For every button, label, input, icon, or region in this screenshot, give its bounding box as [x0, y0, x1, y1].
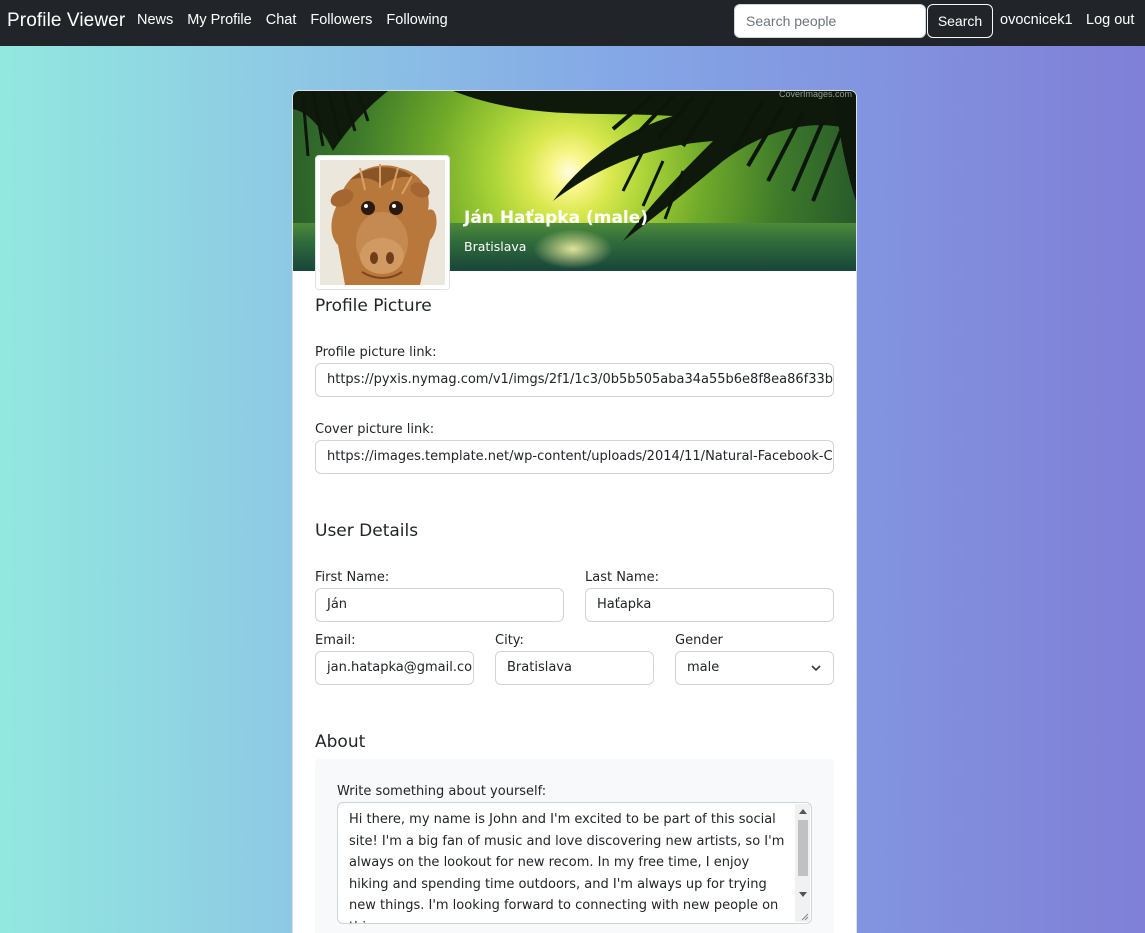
about-label: Write something about yourself: — [337, 784, 547, 799]
scroll-down-arrow-icon[interactable] — [799, 892, 807, 897]
about-heading: About — [315, 732, 366, 752]
about-text: Hi there, my name is John and I'm excite… — [349, 812, 785, 923]
scroll-thumb[interactable] — [798, 820, 808, 876]
city-input[interactable]: Bratislava — [495, 651, 654, 685]
first-name-input[interactable]: Ján — [315, 588, 564, 622]
scroll-up-arrow-icon[interactable] — [799, 809, 807, 814]
cover-picture-link-input[interactable]: https://images.template.net/wp-content/u… — [315, 440, 834, 474]
user-details-heading: User Details — [315, 521, 419, 541]
resize-handle-icon[interactable] — [800, 912, 809, 921]
search-people-input[interactable] — [734, 4, 926, 38]
cover-picture-link-label: Cover picture link: — [315, 422, 435, 437]
about-textarea[interactable]: Hi there, my name is John and I'm excite… — [337, 802, 812, 924]
profile-city: Bratislava — [464, 239, 527, 254]
profile-picture-link-input[interactable]: https://pyxis.nymag.com/v1/imgs/2f1/1c3/… — [315, 363, 834, 397]
cover-watermark: CoverImages.com — [778, 91, 852, 99]
first-name-label: First Name: — [315, 570, 390, 585]
chevron-down-icon — [811, 665, 821, 672]
city-label: City: — [495, 633, 524, 648]
textarea-scrollbar[interactable] — [795, 804, 810, 922]
profile-picture-heading: Profile Picture — [315, 296, 432, 316]
gender-select[interactable]: male — [675, 651, 834, 685]
nav-username[interactable]: ovocnicek1 — [1000, 12, 1073, 28]
email-input[interactable]: jan.hatapka@gmail.com — [315, 651, 474, 685]
brand-logo[interactable]: Profile Viewer — [7, 10, 125, 32]
logout-link[interactable]: Log out — [1086, 12, 1134, 28]
nav-link-news[interactable]: News — [137, 12, 173, 28]
search-button[interactable]: Search — [927, 4, 993, 38]
profile-picture-link-label: Profile picture link: — [315, 345, 437, 360]
last-name-input[interactable]: Haťapka — [585, 588, 834, 622]
nav-link-followers[interactable]: Followers — [310, 12, 372, 28]
email-label: Email: — [315, 633, 356, 648]
profile-card: CoverImages.com Ján Haťapka (male) Brati… — [292, 90, 857, 933]
nav-links: News My Profile Chat Followers Following — [137, 12, 462, 28]
profile-name: Ján Haťapka (male) — [464, 208, 649, 228]
last-name-label: Last Name: — [585, 570, 659, 585]
avatar[interactable] — [315, 155, 450, 290]
nav-link-chat[interactable]: Chat — [266, 12, 297, 28]
nav-link-following[interactable]: Following — [386, 12, 447, 28]
nav-link-my-profile[interactable]: My Profile — [187, 12, 251, 28]
avatar-image — [320, 160, 445, 285]
gender-label: Gender — [675, 633, 723, 648]
gender-selected-value: male — [687, 660, 720, 675]
top-navbar: Profile Viewer News My Profile Chat Foll… — [0, 0, 1145, 46]
